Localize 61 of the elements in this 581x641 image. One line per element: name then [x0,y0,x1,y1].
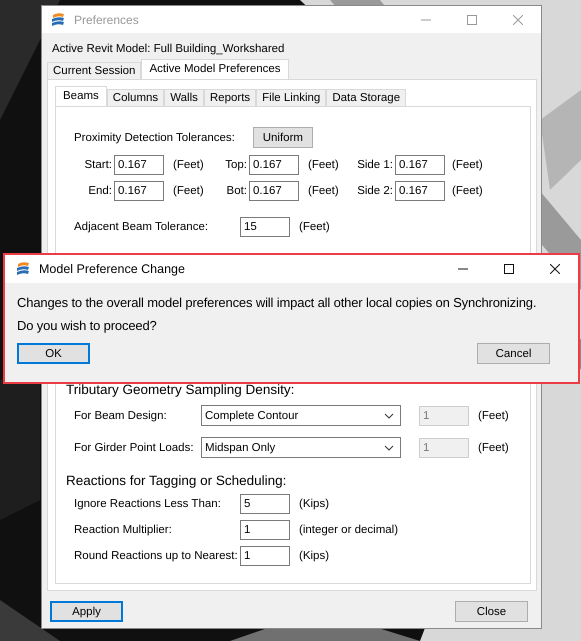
unit-label: (Feet) [172,185,205,197]
field-label: Side 2: [356,185,394,197]
dialog-title: Model Preference Change [39,262,185,276]
input-field[interactable]: 0.167 [395,155,445,175]
dialog-button[interactable]: Close [455,601,528,622]
field-label: Top: [224,159,248,171]
unit-label: (Feet) [298,221,330,233]
unit-label: (Feet) [307,185,340,197]
field-label: For Girder Point Loads: [74,442,195,454]
field-label: Round Reactions up to Nearest: [74,550,239,562]
input-field[interactable]: 1 [240,546,290,566]
close-icon[interactable] [550,264,560,274]
input-field[interactable]: 0.167 [114,155,164,175]
tab[interactable]: Active Model Preferences [141,59,289,79]
unit-label: (Kips) [298,498,330,510]
input-field[interactable]: 1 [240,520,290,540]
dialog-button[interactable]: Cancel [477,343,550,364]
uniform-button[interactable]: Uniform [252,127,313,148]
tab[interactable]: Current Session [47,62,142,79]
section-heading: Reactions for Tagging or Scheduling: [66,473,288,488]
field-label: Adjacent Beam Tolerance: [74,221,210,233]
unit-label: (Kips) [298,550,330,562]
dialog-button[interactable]: Apply [50,601,123,622]
chevron-down-icon [384,412,394,418]
message-text: Changes to the overall model preferences will impact all other local copies on Synchronizing. [17,294,538,312]
maximize-icon[interactable] [504,264,514,274]
window-title: Preferences [74,12,139,26]
field-label: For Beam Design: [74,410,168,422]
unit-label: (Feet) [477,442,509,454]
field-label: Bot: [226,185,248,197]
tab[interactable]: Columns [106,89,164,106]
active-model-label: Active Revit Model: Full Building_Workshared [52,43,286,55]
input-field[interactable]: 0.167 [114,181,164,201]
field-label: Ignore Reactions Less Than: [74,498,222,510]
input-field[interactable]: 0.167 [395,181,445,201]
tab[interactable]: Reports [204,89,256,106]
section-heading: Tributary Geometry Sampling Density: [66,382,296,397]
field-label: Start: [84,159,113,171]
unit-label: (integer or decimal) [298,524,398,536]
input-field[interactable]: 5 [240,494,290,514]
tab[interactable]: Walls [164,89,204,106]
input-field[interactable]: 15 [240,217,290,237]
unit-label: (Feet) [172,159,205,171]
input-field[interactable]: 0.167 [249,155,299,175]
logo-icon [15,261,31,277]
dialog-button[interactable]: OK [17,343,90,364]
unit-label: (Feet) [307,159,340,171]
tab[interactable]: File Linking [256,89,326,106]
message-text: Do you wish to proceed? [17,317,158,335]
section-label: Proximity Detection Tolerances: [74,132,235,144]
chevron-down-icon [384,444,394,450]
field-label: Side 1: [356,159,394,171]
tab[interactable]: Data Storage [326,89,406,106]
unit-label: (Feet) [477,410,509,422]
field-label: End: [87,185,113,197]
field-label: Reaction Multiplier: [74,524,173,536]
unit-label: (Feet) [451,159,484,171]
input-field[interactable]: 0.167 [249,181,299,201]
logo-icon [50,12,66,28]
tab[interactable]: Beams [55,86,107,106]
unit-label: (Feet) [451,185,484,197]
